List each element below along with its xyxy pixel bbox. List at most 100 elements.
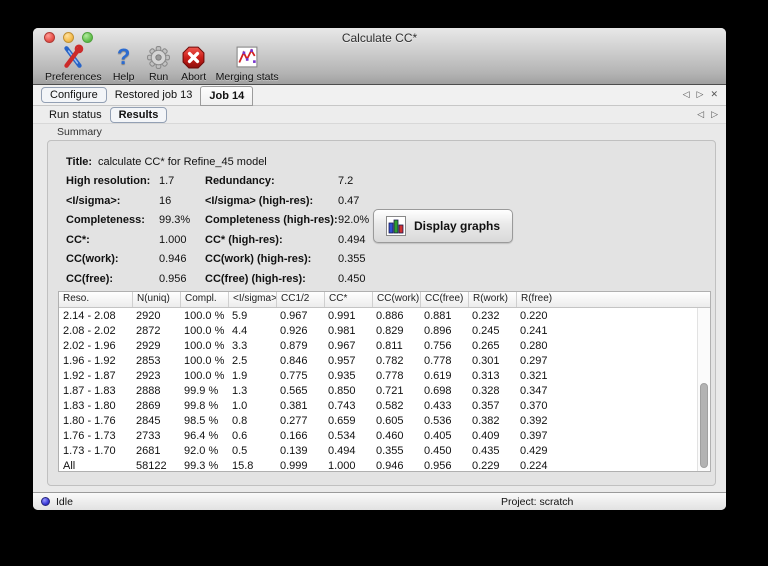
table-cell: 0.405: [424, 429, 452, 442]
table-cell: 58122: [136, 459, 167, 472]
table-cell: 0.743: [328, 399, 356, 412]
table-cell: 0.534: [328, 429, 356, 442]
run-label: Run: [148, 71, 169, 83]
table-cell: 3.3: [232, 339, 248, 352]
run-button[interactable]: Run: [146, 44, 172, 83]
tab-run-status[interactable]: Run status: [41, 108, 110, 122]
table-cell: 0.935: [328, 369, 356, 382]
table-row[interactable]: 1.80 - 1.76 2845 98.5 % 0.8 0.277 0.659 0.605 0…: [59, 413, 710, 428]
summary-row: High resolution: 1.7 Redundancy: 7.2: [66, 172, 715, 192]
column-header[interactable]: CC1/2: [276, 292, 324, 307]
table-cell: 0.494: [328, 444, 356, 457]
tab-scroll-left-icon[interactable]: ◁: [683, 90, 690, 99]
summary-row: <I/sigma>: 16 <I/sigma> (high-res): 0.47: [66, 191, 715, 211]
table-cell: 0.8: [232, 414, 248, 427]
table-scrollbar-thumb[interactable]: [700, 382, 708, 468]
table-cell: 0.896: [424, 324, 452, 337]
summary-row: CC(work): 0.946 CC(work) (high-res): 0.3…: [66, 250, 715, 270]
table-cell: 0.956: [424, 459, 452, 472]
summary-caption-row: Summary: [33, 124, 726, 140]
merging-stats-button[interactable]: Merging stats: [216, 44, 279, 83]
table-cell: 0.347: [520, 384, 548, 397]
table-row[interactable]: 2.02 - 1.96 2929 100.0 % 3.3 0.879 0.967 0.811…: [59, 338, 710, 353]
stat-value: 99.3%: [159, 214, 191, 227]
table-cell: 99.3 %: [184, 459, 219, 472]
stat-label: CC(free):: [66, 272, 114, 285]
column-header[interactable]: <I/sigma>: [228, 292, 276, 307]
column-header[interactable]: CC*: [324, 292, 372, 307]
question-icon: ?: [116, 44, 131, 69]
table-cell: All: [63, 459, 76, 472]
table-cell: 2929: [136, 339, 161, 352]
merging-stats-label: Merging stats: [215, 71, 279, 83]
table-cell: 0.229: [472, 459, 500, 472]
table-cell: 0.775: [280, 369, 308, 382]
column-header[interactable]: R(work): [468, 292, 516, 307]
table-row[interactable]: 2.08 - 2.02 2872 100.0 % 4.4 0.926 0.981 0.829…: [59, 323, 710, 338]
table-cell: 1.9: [232, 369, 248, 382]
titlebar: Calculate CC*: [33, 28, 726, 45]
toolbar: Preferences ? Help Run Abort Merging sta…: [33, 44, 726, 86]
subtab-scroll-right-icon[interactable]: ▷: [711, 109, 718, 119]
tab-job-14[interactable]: Job 14: [200, 85, 254, 106]
table-cell: 0.999: [280, 459, 308, 472]
column-header[interactable]: CC(work): [372, 292, 420, 307]
table-row[interactable]: 1.96 - 1.92 2853 100.0 % 2.5 0.846 0.957 0.782…: [59, 353, 710, 368]
gear-icon: [146, 44, 172, 70]
table-row[interactable]: 1.83 - 1.80 2869 99.8 % 1.0 0.381 0.743 0.582 0…: [59, 398, 710, 413]
table-cell: 96.4 %: [184, 429, 219, 442]
column-header[interactable]: Compl.: [180, 292, 228, 307]
table-cell: 0.301: [472, 354, 500, 367]
table-cell: 0.967: [280, 309, 308, 322]
table-cell: 15.8: [232, 459, 254, 472]
stat-value: 0.956: [159, 272, 187, 285]
table-cell: 0.139: [280, 444, 308, 457]
stat-value: 0.47: [338, 194, 360, 207]
results-panel: Title: calculate CC* for Refine_45 model…: [33, 140, 726, 492]
display-graphs-button[interactable]: Display graphs: [373, 209, 514, 243]
table-cell: 0.582: [376, 399, 404, 412]
preferences-button[interactable]: Preferences: [45, 44, 102, 83]
table-cell: 0.265: [472, 339, 500, 352]
table-cell: 1.000: [328, 459, 356, 472]
abort-button[interactable]: Abort: [181, 44, 207, 83]
stat-value: 0.494: [338, 233, 366, 246]
stat-label: Completeness (high-res):: [205, 214, 338, 227]
table-row[interactable]: All 58122 99.3 % 15.8 0.999 1.000 0.946 0.956 0.…: [59, 458, 710, 472]
table-cell: 2853: [136, 354, 161, 367]
tab-close-icon[interactable]: ✕: [710, 90, 718, 99]
table-row[interactable]: 1.73 - 1.70 2681 92.0 % 0.5 0.139 0.494 0.355 0…: [59, 443, 710, 458]
stat-label: High resolution:: [66, 175, 151, 188]
tab-restored-job-13[interactable]: Restored job 13: [107, 88, 201, 102]
column-header[interactable]: N(uniq): [132, 292, 180, 307]
results-table-body: 2.14 - 2.08 2920 100.0 % 5.9 0.967 0.991 0.886…: [59, 308, 710, 472]
table-cell: 0.981: [328, 324, 356, 337]
stat-value: 0.450: [338, 272, 366, 285]
plot-icon: [234, 44, 260, 70]
table-scrollbar[interactable]: [697, 308, 710, 471]
column-header[interactable]: CC(free): [420, 292, 468, 307]
table-row[interactable]: 2.14 - 2.08 2920 100.0 % 5.9 0.967 0.991 0.886…: [59, 308, 710, 323]
column-header[interactable]: R(free): [516, 292, 564, 307]
table-cell: 2.08 - 2.02: [63, 324, 116, 337]
column-header[interactable]: Reso.: [59, 292, 132, 307]
subtab-scroll-left-icon[interactable]: ◁: [697, 109, 704, 119]
tab-results[interactable]: Results: [109, 106, 168, 123]
table-row[interactable]: 1.92 - 1.87 2923 100.0 % 1.9 0.775 0.935 0.778…: [59, 368, 710, 383]
table-cell: 1.3: [232, 384, 248, 397]
table-cell: 2845: [136, 414, 161, 427]
help-button[interactable]: ? Help: [111, 44, 137, 84]
table-cell: 0.811: [376, 339, 403, 352]
tab-configure[interactable]: Configure: [41, 87, 107, 103]
table-cell: 5.9: [232, 309, 248, 322]
tab-scroll-right-icon[interactable]: ▷: [697, 90, 704, 99]
table-cell: 100.0 %: [184, 339, 225, 352]
table-cell: 0.429: [520, 444, 548, 457]
table-row[interactable]: 1.76 - 1.73 2733 96.4 % 0.6 0.166 0.534 0.460 0…: [59, 428, 710, 443]
results-table-header: Reso. N(uniq) Compl. <I/sigma> CC1/2 CC* CC(wo…: [59, 292, 710, 308]
table-row[interactable]: 1.87 - 1.83 2888 99.9 % 1.3 0.565 0.850 0.721 0…: [59, 383, 710, 398]
table-cell: 1.96 - 1.92: [63, 354, 116, 367]
table-cell: 2733: [136, 429, 161, 442]
table-cell: 0.957: [328, 354, 356, 367]
table-cell: 0.241: [520, 324, 548, 337]
